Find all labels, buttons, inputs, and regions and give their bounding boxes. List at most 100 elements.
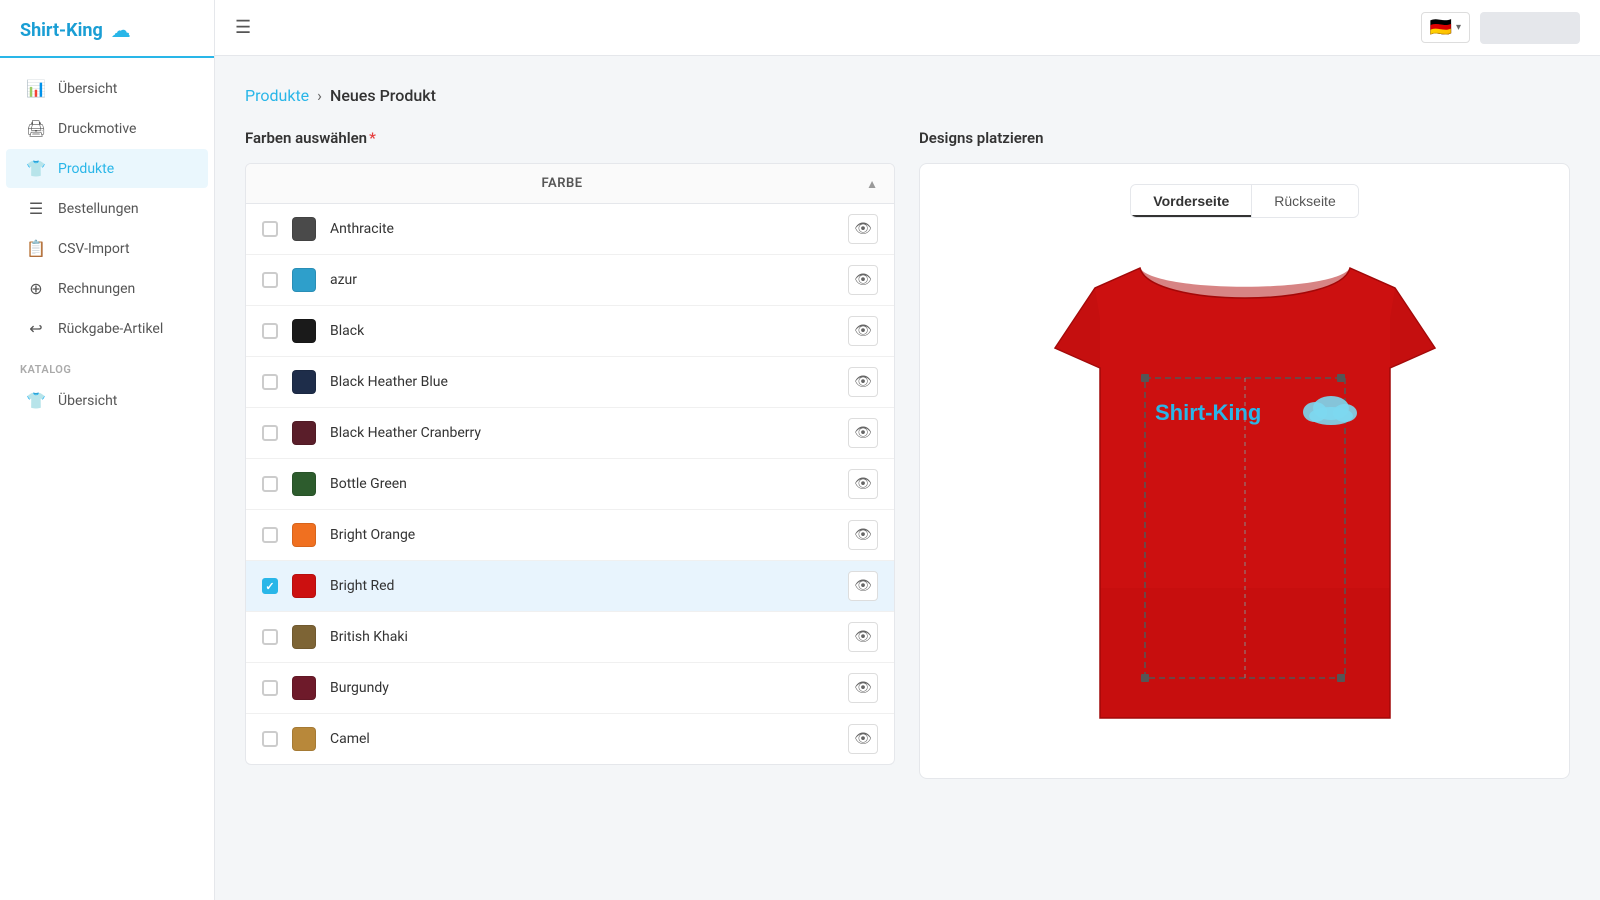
- eye-button-bright-red[interactable]: 👁: [848, 571, 878, 601]
- color-rows-container: Anthracite👁azur👁Black👁Black Heather Blue…: [246, 204, 894, 764]
- color-swatch-black-heather-cranberry: [292, 421, 316, 445]
- sidebar-item-katalog-uebersicht[interactable]: 👕 Übersicht: [6, 381, 208, 420]
- color-name-camel: Camel: [330, 731, 834, 747]
- color-checkbox-camel[interactable]: [262, 731, 278, 747]
- sidebar-item-label-produkte: Produkte: [58, 161, 114, 177]
- sidebar-item-bestellungen[interactable]: ☰Bestellungen: [6, 189, 208, 228]
- sidebar-item-label-katalog-uebersicht: Übersicht: [58, 393, 117, 409]
- sidebar-item-uebersicht[interactable]: 📊Übersicht: [6, 69, 208, 108]
- sidebar-item-rechnungen[interactable]: ⊕Rechnungen: [6, 269, 208, 308]
- preview-container: Vorderseite Rückseite: [919, 163, 1570, 779]
- color-row-camel[interactable]: Camel 👁: [246, 714, 894, 764]
- color-checkbox-black-heather-cranberry[interactable]: [262, 425, 278, 441]
- color-checkbox-anthracite[interactable]: [262, 221, 278, 237]
- color-row-anthracite[interactable]: Anthracite 👁: [246, 204, 894, 255]
- color-checkbox-burgundy[interactable]: [262, 680, 278, 696]
- eye-button-black-heather-blue[interactable]: 👁: [848, 367, 878, 397]
- color-name-azur: azur: [330, 272, 834, 288]
- eye-button-bright-orange[interactable]: 👁: [848, 520, 878, 550]
- eye-button-camel[interactable]: 👁: [848, 724, 878, 754]
- language-selector[interactable]: 🇩🇪 ▾: [1421, 12, 1470, 43]
- sidebar-item-produkte[interactable]: 👕 Produkte: [6, 149, 208, 188]
- bestellungen-nav-icon: ☰: [26, 199, 46, 218]
- sidebar: Shirt-King ☁ 📊Übersicht🖨Druckmotive👕Prod…: [0, 0, 215, 900]
- color-checkbox-bright-red[interactable]: [262, 578, 278, 594]
- app-name: Shirt-King: [20, 20, 103, 41]
- chevron-down-icon: ▾: [1456, 22, 1461, 33]
- katalog-section-label: KATALOG: [0, 349, 214, 380]
- flag-icon: 🇩🇪: [1430, 17, 1452, 38]
- color-column-label: FARBE: [262, 176, 862, 191]
- uebersicht-nav-icon: 📊: [26, 79, 46, 98]
- sidebar-item-rueckgabe[interactable]: ↩Rückgabe-Artikel: [6, 309, 208, 348]
- color-table-header: FARBE ▲: [246, 164, 894, 204]
- color-table: FARBE ▲ Anthracite👁azur👁Black👁Black Heat…: [245, 163, 895, 765]
- color-swatch-british-khaki: [292, 625, 316, 649]
- sort-icon[interactable]: ▲: [866, 177, 878, 191]
- sidebar-navigation: 📊Übersicht🖨Druckmotive👕Produkte☰Bestellu…: [0, 58, 214, 900]
- tab-vorderseite[interactable]: Vorderseite: [1131, 185, 1252, 217]
- color-checkbox-bright-orange[interactable]: [262, 527, 278, 543]
- color-name-bright-orange: Bright Orange: [330, 527, 834, 543]
- rechnungen-nav-icon: ⊕: [26, 279, 46, 298]
- breadcrumb: Produkte › Neues Produkt: [245, 86, 1570, 105]
- color-checkbox-black-heather-blue[interactable]: [262, 374, 278, 390]
- color-swatch-bright-red: [292, 574, 316, 598]
- color-row-azur[interactable]: azur 👁: [246, 255, 894, 306]
- color-name-bottle-green: Bottle Green: [330, 476, 834, 492]
- eye-button-burgundy[interactable]: 👁: [848, 673, 878, 703]
- color-row-burgundy[interactable]: Burgundy 👁: [246, 663, 894, 714]
- eye-button-black[interactable]: 👁: [848, 316, 878, 346]
- color-name-black-heather-cranberry: Black Heather Cranberry: [330, 425, 834, 441]
- produkte-nav-icon: 👕: [26, 159, 46, 178]
- hamburger-button[interactable]: ☰: [235, 17, 251, 38]
- color-name-british-khaki: British Khaki: [330, 629, 834, 645]
- color-name-black-heather-blue: Black Heather Blue: [330, 374, 834, 390]
- sidebar-item-druckmotive[interactable]: 🖨 Druckmotive: [6, 109, 208, 148]
- breadcrumb-link-produkte[interactable]: Produkte: [245, 86, 309, 105]
- two-panel-layout: Farben auswählen* FARBE ▲ Anthracite👁azu…: [245, 129, 1570, 779]
- color-swatch-camel: [292, 727, 316, 751]
- topbar: ☰ 🇩🇪 ▾: [215, 0, 1600, 56]
- sidebar-logo: Shirt-King ☁: [0, 0, 214, 58]
- sidebar-item-label-druckmotive: Druckmotive: [58, 121, 136, 137]
- cloud-logo-icon: ☁: [111, 18, 131, 42]
- tab-rueckseite[interactable]: Rückseite: [1252, 185, 1357, 217]
- color-row-bright-orange[interactable]: Bright Orange 👁: [246, 510, 894, 561]
- breadcrumb-separator: ›: [317, 86, 322, 105]
- color-checkbox-azur[interactable]: [262, 272, 278, 288]
- color-row-bottle-green[interactable]: Bottle Green 👁: [246, 459, 894, 510]
- color-swatch-burgundy: [292, 676, 316, 700]
- main-content: ☰ 🇩🇪 ▾ Produkte › Neues Produkt Farben a…: [215, 0, 1600, 900]
- eye-button-anthracite[interactable]: 👁: [848, 214, 878, 244]
- rueckgabe-nav-icon: ↩: [26, 319, 46, 338]
- color-swatch-bright-orange: [292, 523, 316, 547]
- color-row-black-heather-cranberry[interactable]: Black Heather Cranberry 👁: [246, 408, 894, 459]
- color-checkbox-british-khaki[interactable]: [262, 629, 278, 645]
- topbar-right: 🇩🇪 ▾: [1421, 12, 1580, 44]
- color-row-black-heather-blue[interactable]: Black Heather Blue 👁: [246, 357, 894, 408]
- sidebar-item-csv-import[interactable]: 📋CSV-Import: [6, 229, 208, 268]
- color-swatch-bottle-green: [292, 472, 316, 496]
- eye-button-british-khaki[interactable]: 👁: [848, 622, 878, 652]
- color-checkbox-bottle-green[interactable]: [262, 476, 278, 492]
- view-tabs: Vorderseite Rückseite: [1130, 184, 1358, 218]
- eye-button-bottle-green[interactable]: 👁: [848, 469, 878, 499]
- breadcrumb-current: Neues Produkt: [330, 86, 436, 105]
- page-content-area: Produkte › Neues Produkt Farben auswähle…: [215, 56, 1600, 900]
- druckmotive-nav-icon: 🖨: [26, 119, 46, 138]
- eye-button-azur[interactable]: 👁: [848, 265, 878, 295]
- color-name-burgundy: Burgundy: [330, 680, 834, 696]
- color-row-black[interactable]: Black👁: [246, 306, 894, 357]
- sidebar-item-label-csv-import: CSV-Import: [58, 241, 130, 257]
- color-name-anthracite: Anthracite: [330, 221, 834, 237]
- user-avatar-area: [1480, 12, 1580, 44]
- eye-button-black-heather-cranberry[interactable]: 👁: [848, 418, 878, 448]
- color-panel-title: Farben auswählen*: [245, 129, 895, 147]
- color-row-british-khaki[interactable]: British Khaki 👁: [246, 612, 894, 663]
- color-checkbox-black[interactable]: [262, 323, 278, 339]
- design-preview-panel: Designs platzieren Vorderseite Rückseite: [919, 129, 1570, 779]
- katalog-uebersicht-nav-icon: 👕: [26, 391, 46, 410]
- design-panel-title: Designs platzieren: [919, 129, 1570, 147]
- color-row-bright-red[interactable]: Bright Red👁: [246, 561, 894, 612]
